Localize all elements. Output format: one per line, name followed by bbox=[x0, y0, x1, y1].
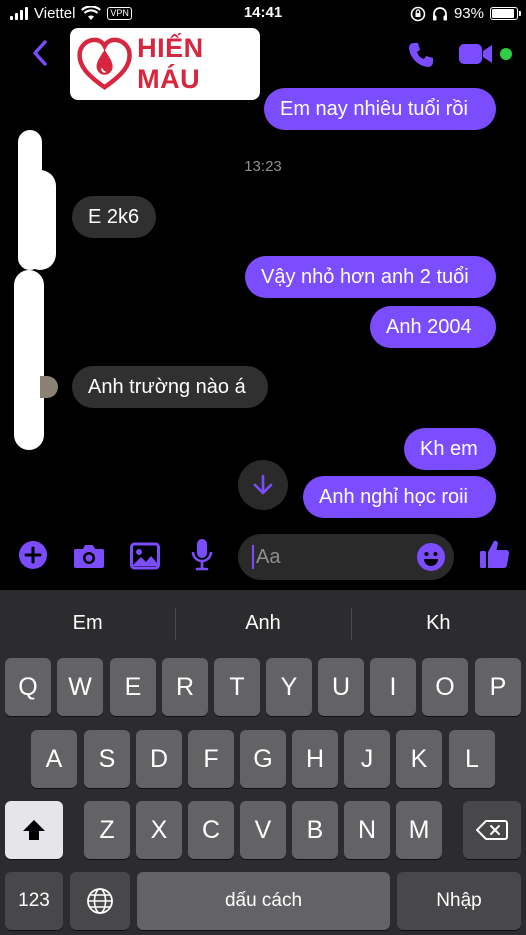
image-icon[interactable] bbox=[130, 542, 160, 570]
video-camera-icon[interactable] bbox=[458, 42, 494, 66]
redaction-scribble bbox=[24, 170, 56, 270]
suggestion-item[interactable]: Kh bbox=[350, 590, 526, 652]
key-a[interactable]: A bbox=[31, 730, 77, 788]
message-bubble-outgoing[interactable]: Em nay nhiêu tuổi rồi bbox=[264, 88, 496, 130]
message-bubble-outgoing[interactable]: Kh em bbox=[404, 428, 496, 470]
suggestion-bar: Em Anh Kh bbox=[0, 590, 526, 652]
key-m[interactable]: M bbox=[396, 801, 442, 859]
battery-percent: 93% bbox=[453, 5, 484, 22]
keyboard: Em Anh Kh Q W E R T Y U I O P A S D F G … bbox=[0, 590, 526, 935]
key-o[interactable]: O bbox=[422, 658, 468, 716]
shift-icon bbox=[23, 820, 45, 840]
key-u[interactable]: U bbox=[318, 658, 364, 716]
key-n[interactable]: N bbox=[344, 801, 390, 859]
logo-text: HIẾN MÁU bbox=[137, 33, 204, 94]
scroll-to-bottom-button[interactable] bbox=[238, 460, 288, 510]
online-status-dot bbox=[500, 48, 512, 60]
message-composer: Aa bbox=[0, 524, 526, 590]
redaction-scribble bbox=[14, 270, 44, 450]
phone-icon[interactable] bbox=[406, 40, 436, 70]
status-bar: Viettel VPN 14:41 93% bbox=[0, 0, 526, 28]
key-i[interactable]: I bbox=[370, 658, 416, 716]
back-icon[interactable] bbox=[28, 38, 52, 68]
key-x[interactable]: X bbox=[136, 801, 182, 859]
key-q[interactable]: Q bbox=[5, 658, 51, 716]
camera-icon[interactable] bbox=[73, 542, 105, 570]
message-bubble-incoming[interactable]: Anh trường nào á bbox=[72, 366, 268, 408]
key-l[interactable]: L bbox=[449, 730, 495, 788]
globe-icon bbox=[87, 888, 113, 914]
key-c[interactable]: C bbox=[188, 801, 234, 859]
suggestion-item[interactable]: Em bbox=[0, 590, 175, 652]
logo-sticker: HIẾN MÁU bbox=[70, 28, 260, 100]
message-bubble-outgoing[interactable]: Anh nghỉ học roii bbox=[303, 476, 496, 518]
shift-key[interactable] bbox=[5, 801, 63, 859]
message-input[interactable]: Aa bbox=[238, 534, 454, 580]
orientation-lock-icon bbox=[410, 6, 426, 21]
message-bubble-incoming[interactable]: E 2k6 bbox=[72, 196, 156, 238]
message-timestamp: 13:23 bbox=[244, 158, 282, 175]
message-bubble-outgoing[interactable]: Anh 2004 bbox=[370, 306, 496, 348]
key-t[interactable]: T bbox=[214, 658, 260, 716]
plus-icon[interactable] bbox=[18, 540, 48, 570]
key-v[interactable]: V bbox=[240, 801, 286, 859]
thumbs-up-icon[interactable] bbox=[478, 538, 510, 570]
key-g[interactable]: G bbox=[240, 730, 286, 788]
avatar[interactable] bbox=[40, 376, 58, 398]
return-key[interactable]: Nhập bbox=[397, 872, 521, 930]
text-caret bbox=[252, 545, 254, 569]
arrow-down-icon bbox=[253, 474, 273, 495]
key-b[interactable]: B bbox=[292, 801, 338, 859]
blood-drop-heart-icon bbox=[77, 37, 132, 90]
numbers-key[interactable]: 123 bbox=[5, 872, 63, 930]
key-j[interactable]: J bbox=[344, 730, 390, 788]
key-e[interactable]: E bbox=[110, 658, 156, 716]
suggestion-item[interactable]: Anh bbox=[175, 590, 350, 652]
key-w[interactable]: W bbox=[57, 658, 103, 716]
key-r[interactable]: R bbox=[162, 658, 208, 716]
key-f[interactable]: F bbox=[188, 730, 234, 788]
emoji-icon[interactable] bbox=[416, 542, 446, 572]
key-z[interactable]: Z bbox=[84, 801, 130, 859]
key-k[interactable]: K bbox=[396, 730, 442, 788]
delete-key[interactable] bbox=[463, 801, 521, 859]
message-input-placeholder: Aa bbox=[256, 545, 281, 568]
microphone-icon[interactable] bbox=[190, 538, 214, 572]
globe-key[interactable] bbox=[70, 872, 130, 930]
space-key[interactable]: dấu cách bbox=[137, 872, 390, 930]
key-h[interactable]: H bbox=[292, 730, 338, 788]
key-s[interactable]: S bbox=[84, 730, 130, 788]
key-d[interactable]: D bbox=[136, 730, 182, 788]
headphones-icon bbox=[432, 6, 447, 20]
battery-icon bbox=[490, 7, 521, 20]
message-bubble-outgoing[interactable]: Vậy nhỏ hơn anh 2 tuổi bbox=[245, 256, 496, 298]
backspace-icon bbox=[476, 820, 508, 840]
key-p[interactable]: P bbox=[475, 658, 521, 716]
key-y[interactable]: Y bbox=[266, 658, 312, 716]
